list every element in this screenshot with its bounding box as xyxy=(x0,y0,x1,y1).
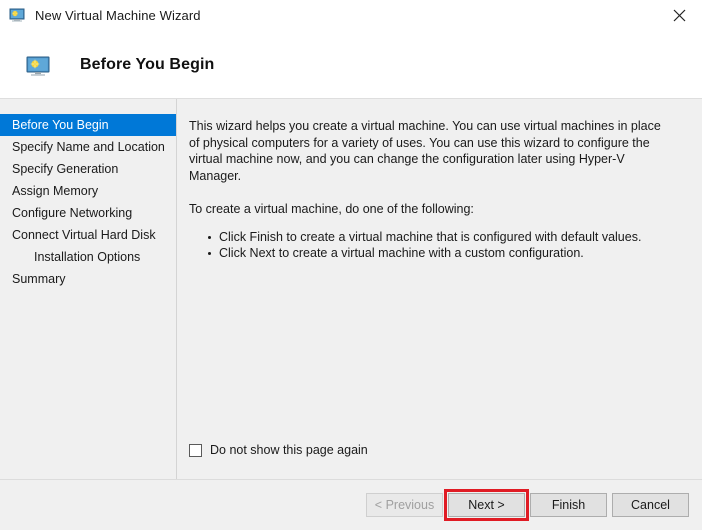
new-virtual-machine-wizard-window: New Virtual Machine Wizard Before You Be… xyxy=(0,0,702,530)
instruction-paragraph: To create a virtual machine, do one of t… xyxy=(189,202,474,216)
previous-button[interactable]: < Previous xyxy=(366,493,443,517)
sidebar-item-specify-generation[interactable]: Specify Generation xyxy=(0,158,176,180)
do-not-show-again-checkbox[interactable] xyxy=(189,443,202,457)
wizard-step-list: Before You Begin Specify Name and Locati… xyxy=(0,99,177,479)
sidebar-item-connect-virtual-hard-disk[interactable]: Connect Virtual Hard Disk xyxy=(0,224,176,246)
close-icon[interactable] xyxy=(656,0,702,30)
intro-paragraph: This wizard helps you create a virtual m… xyxy=(189,119,661,183)
cancel-button[interactable]: Cancel xyxy=(612,493,689,517)
list-item: Click Next to create a virtual machine w… xyxy=(208,245,674,262)
finish-button[interactable]: Finish xyxy=(530,493,607,517)
sidebar-item-installation-options[interactable]: Installation Options xyxy=(0,246,176,268)
sidebar-item-summary[interactable]: Summary xyxy=(0,268,176,290)
wizard-footer: < Previous Next > Finish Cancel xyxy=(0,479,702,530)
wizard-content-pane: This wizard helps you create a virtual m… xyxy=(178,99,702,479)
list-item: Click Finish to create a virtual machine… xyxy=(208,229,674,246)
virtual-machine-icon xyxy=(9,7,25,23)
wizard-body: Before You Begin Specify Name and Locati… xyxy=(0,99,702,479)
page-title: Before You Begin xyxy=(80,56,215,73)
do-not-show-again-label: Do not show this page again xyxy=(210,443,368,457)
next-button[interactable]: Next > xyxy=(448,493,525,517)
window-title: New Virtual Machine Wizard xyxy=(35,7,201,23)
sidebar-item-specify-name-and-location[interactable]: Specify Name and Location xyxy=(0,136,176,158)
virtual-machine-icon xyxy=(26,56,50,78)
sidebar-item-assign-memory[interactable]: Assign Memory xyxy=(0,180,176,202)
title-bar: New Virtual Machine Wizard xyxy=(0,0,702,30)
instruction-bullet-list: Click Finish to create a virtual machine… xyxy=(189,229,674,262)
page-header: Before You Begin xyxy=(0,30,702,99)
sidebar-item-configure-networking[interactable]: Configure Networking xyxy=(0,202,176,224)
sidebar-item-before-you-begin[interactable]: Before You Begin xyxy=(0,114,176,136)
do-not-show-again-checkbox-row[interactable]: Do not show this page again xyxy=(189,443,368,457)
